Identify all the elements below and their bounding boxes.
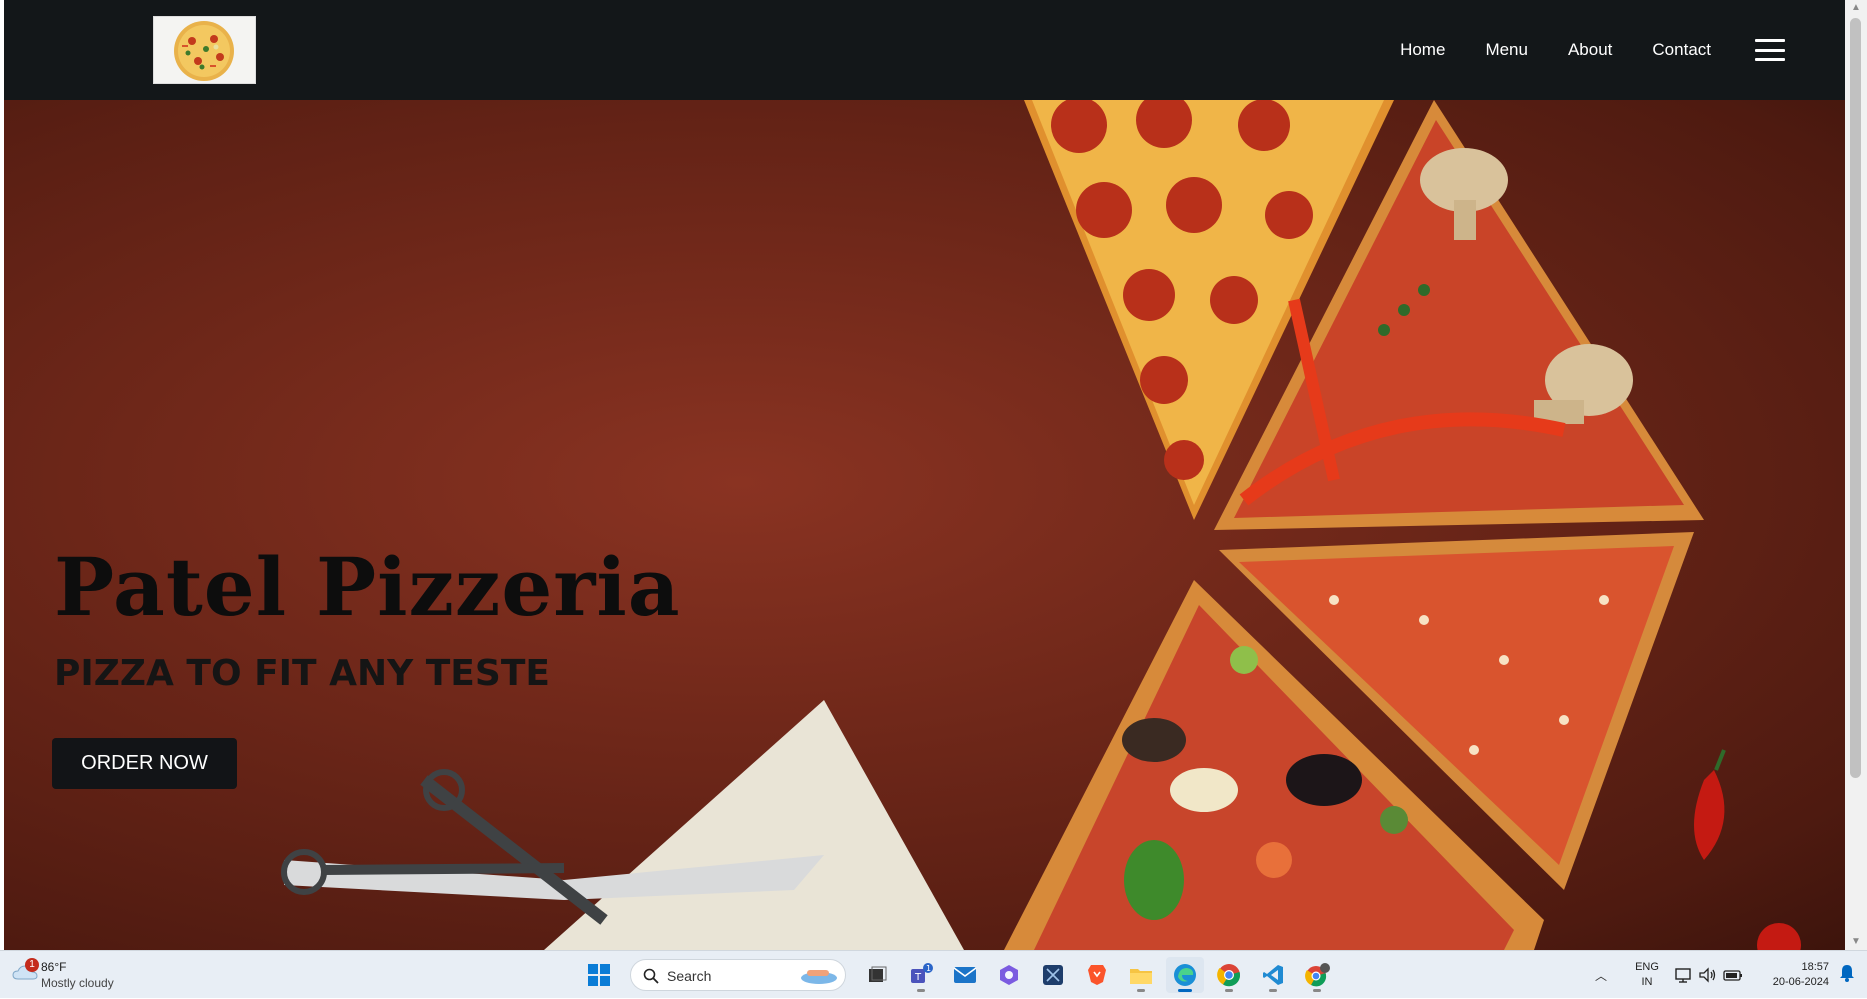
taskbar-clock[interactable]: 18:57 20-06-2024 xyxy=(1761,960,1829,990)
napkin-image xyxy=(544,700,964,950)
chrome-profile-icon[interactable] xyxy=(1298,957,1336,993)
windows-taskbar: 1 86°F Mostly cloudy Search T1 ︿ ENG IN … xyxy=(0,950,1867,998)
vscode-icon[interactable] xyxy=(1254,957,1292,993)
nav-links: Home Menu About Contact xyxy=(1400,0,1785,100)
taskbar-search-input[interactable]: Search xyxy=(630,959,846,991)
task-view-icon[interactable] xyxy=(858,957,896,993)
page-scrollbar[interactable]: ▲ ▼ xyxy=(1845,0,1867,950)
hero-title: Patel Pizzeria xyxy=(54,540,681,634)
language-indicator[interactable]: ENG IN xyxy=(1627,960,1667,990)
chrome-icon[interactable] xyxy=(1210,957,1248,993)
nav-link-home[interactable]: Home xyxy=(1400,40,1445,60)
file-explorer-icon[interactable] xyxy=(1122,957,1160,993)
region-code: IN xyxy=(1641,976,1653,988)
browser-viewport: Home Menu About Contact Patel Pizzeria P… xyxy=(0,0,1867,998)
pizza-logo-image xyxy=(154,17,255,83)
search-highlight-art-icon xyxy=(801,970,837,984)
network-icon xyxy=(1675,968,1691,983)
hero-section: Patel Pizzeria PIZZA TO FIT ANY TESTE OR… xyxy=(4,100,1845,950)
copilot-icon[interactable] xyxy=(990,957,1028,993)
tomato-image xyxy=(1757,923,1801,950)
site-navbar: Home Menu About Contact xyxy=(4,0,1845,100)
teams-icon[interactable]: T1 xyxy=(902,957,940,993)
tray-system-icons[interactable] xyxy=(1675,967,1743,983)
edge-browser-icon[interactable] xyxy=(1166,957,1204,993)
windows-start-icon[interactable] xyxy=(580,957,618,993)
svg-text:T: T xyxy=(914,972,922,983)
hero-background-image xyxy=(281,100,1801,950)
svg-text:1: 1 xyxy=(926,964,931,973)
volume-icon xyxy=(1699,967,1716,983)
clock-time: 18:57 xyxy=(1801,961,1829,973)
weather-temperature: 86°F xyxy=(41,960,67,974)
show-hidden-icons-chevron-icon[interactable]: ︿ xyxy=(1589,967,1613,984)
taskbar-pinned-apps: Search T1 xyxy=(580,957,1336,993)
nav-link-about[interactable]: About xyxy=(1568,40,1612,60)
battery-icon xyxy=(1723,970,1742,981)
search-icon xyxy=(643,968,659,984)
hero-subtitle: PIZZA TO FIT ANY TESTE xyxy=(54,653,550,694)
snipping-tool-icon[interactable] xyxy=(1034,957,1072,993)
mail-icon[interactable] xyxy=(946,957,984,993)
scrollbar-thumb[interactable] xyxy=(1850,18,1861,778)
search-placeholder: Search xyxy=(667,968,712,984)
brave-browser-icon[interactable] xyxy=(1078,957,1116,993)
chili-pepper-image xyxy=(1694,749,1726,860)
scroll-up-arrow-icon[interactable]: ▲ xyxy=(1850,2,1862,14)
hamburger-menu-icon[interactable] xyxy=(1755,39,1785,61)
nav-link-contact[interactable]: Contact xyxy=(1652,40,1711,60)
notification-bell-icon[interactable] xyxy=(1839,964,1861,987)
weather-alert-badge: 1 xyxy=(25,958,39,972)
order-now-button[interactable]: ORDER NOW xyxy=(52,738,237,789)
weather-description: Mostly cloudy xyxy=(41,976,114,990)
clock-date: 20-06-2024 xyxy=(1772,976,1829,988)
language-code: ENG xyxy=(1635,961,1659,973)
nav-link-menu[interactable]: Menu xyxy=(1485,40,1528,60)
scroll-down-arrow-icon[interactable]: ▼ xyxy=(1850,936,1862,948)
weather-widget[interactable]: 1 86°F Mostly cloudy xyxy=(8,957,148,993)
system-tray: ︿ ENG IN 18:57 20-06-2024 xyxy=(1589,951,1867,999)
site-logo[interactable] xyxy=(153,16,256,84)
